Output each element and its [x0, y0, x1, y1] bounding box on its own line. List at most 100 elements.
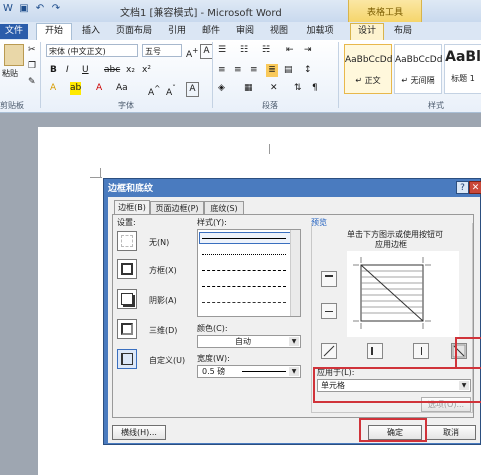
group-divider	[212, 42, 213, 108]
border-preview-area[interactable]	[347, 251, 459, 337]
bullets-icon[interactable]: ☰	[218, 44, 226, 57]
redo-icon[interactable]: ↷	[50, 3, 62, 15]
superscript-icon[interactable]: x²	[142, 64, 151, 77]
inside-horizontal-border-button[interactable]	[321, 303, 337, 319]
line-style-dotted[interactable]	[202, 254, 286, 255]
style-no-spacing[interactable]: AaBbCcDd ↵ 无间隔	[394, 44, 442, 94]
multilevel-list-icon[interactable]: ☵	[262, 44, 270, 57]
tab-addins[interactable]: 加载项	[302, 24, 338, 39]
line-style-dash-dot[interactable]	[202, 302, 286, 303]
style-list-scrollbar[interactable]	[290, 230, 300, 316]
justify-icon[interactable]: ≣	[266, 64, 278, 77]
chevron-down-icon: ▼	[289, 367, 299, 376]
align-right-icon[interactable]: ≡	[250, 64, 258, 77]
bold-icon[interactable]: B	[50, 64, 57, 77]
grow-font-icon[interactable]: A+	[186, 44, 198, 60]
line-style-list[interactable]	[197, 229, 301, 317]
setting-3d-label[interactable]: 三维(D)	[149, 325, 177, 336]
diagonal-up-border-button[interactable]	[321, 343, 337, 359]
style-preview: AaBl	[445, 49, 481, 65]
line-style-dashed[interactable]	[202, 270, 286, 271]
top-border-icon	[325, 275, 333, 285]
distributed-icon[interactable]: ▤	[284, 64, 293, 77]
line-style-long-dash[interactable]	[202, 286, 286, 287]
underline-icon[interactable]: U	[82, 64, 89, 77]
setting-none-label[interactable]: 无(N)	[149, 237, 169, 248]
tab-home[interactable]: 开始	[36, 23, 72, 41]
close-button[interactable]: ✕	[469, 181, 481, 194]
dialog-title: 边框和底纹	[108, 184, 154, 194]
setting-custom-label[interactable]: 自定义(U)	[149, 355, 185, 366]
tab-review[interactable]: 审阅	[232, 24, 258, 39]
line-style-solid[interactable]	[202, 238, 286, 239]
numbering-icon[interactable]: ☷	[240, 44, 248, 57]
strikethrough-icon[interactable]: abc	[104, 64, 120, 77]
none-border-graphic	[121, 235, 133, 247]
paste-icon[interactable]	[4, 44, 24, 66]
highlight-diagonal-button	[455, 337, 481, 369]
style-preview: AaBbCcDd	[345, 55, 393, 65]
tab-file[interactable]: 文件	[0, 24, 28, 39]
subscript-icon[interactable]: x₂	[126, 64, 135, 77]
char-shading-icon[interactable]: Aa	[116, 82, 128, 95]
tab-layout[interactable]: 布局	[390, 24, 416, 39]
paste-label[interactable]: 粘贴	[2, 68, 18, 79]
shrink-font-icon[interactable]: Aˇ	[166, 82, 176, 98]
horizontal-line-button[interactable]: 横线(H)...	[112, 425, 166, 440]
sort-icon[interactable]: ⇅	[294, 82, 302, 95]
width-dropdown[interactable]: 0.5 磅 ▼	[197, 365, 301, 378]
style-name: ↵ 正文	[355, 76, 381, 85]
tab-view[interactable]: 视图	[266, 24, 292, 39]
save-icon[interactable]: ▣	[18, 3, 30, 15]
window-title: 文档1 [兼容模式] - Microsoft Word	[120, 8, 282, 19]
decrease-indent-icon[interactable]: ⇤	[286, 44, 294, 57]
top-border-button[interactable]	[321, 271, 337, 287]
align-left-icon[interactable]: ≡	[218, 64, 226, 77]
line-spacing-icon[interactable]: ↕	[304, 64, 312, 77]
setting-none-icon[interactable]	[117, 231, 137, 251]
tab-shading[interactable]: 底纹(S)	[204, 201, 244, 215]
cancel-button[interactable]: 取消	[426, 425, 476, 440]
shading-icon[interactable]: ◈	[218, 82, 225, 95]
tab-page-border[interactable]: 页面边框(P)	[150, 201, 204, 215]
clipboard-group-label: 剪贴板	[0, 101, 24, 110]
setting-shadow-icon[interactable]	[117, 289, 137, 309]
setting-3d-icon[interactable]	[117, 319, 137, 339]
show-marks-icon[interactable]: ¶	[312, 82, 318, 95]
enclose-char-icon[interactable]: A	[186, 82, 199, 97]
copy-icon[interactable]: ❐	[28, 60, 36, 73]
tab-mailings[interactable]: 邮件	[198, 24, 224, 39]
tab-design[interactable]: 设计	[350, 23, 384, 41]
align-center-icon[interactable]: ≡	[234, 64, 242, 77]
style-normal[interactable]: AaBbCcDd ↵ 正文	[344, 44, 392, 94]
font-name-combo[interactable]: 宋体 (中文正文)	[46, 44, 138, 57]
style-heading1[interactable]: AaBl 标题 1	[444, 44, 481, 94]
cut-icon[interactable]: ✂	[28, 44, 36, 57]
undo-icon[interactable]: ↶	[34, 3, 46, 15]
inside-vertical-icon	[421, 347, 428, 355]
crop-mark	[90, 177, 102, 178]
font-size-combo[interactable]: 五号	[142, 44, 182, 57]
text-effects-icon[interactable]: A	[50, 82, 56, 95]
tab-insert[interactable]: 插入	[78, 24, 104, 39]
tab-page-layout[interactable]: 页面布局	[112, 24, 156, 39]
help-button[interactable]: ?	[456, 181, 469, 194]
format-painter-icon[interactable]: ✎	[28, 76, 36, 89]
tab-references[interactable]: 引用	[164, 24, 190, 39]
increase-indent-icon[interactable]: ⇥	[304, 44, 312, 57]
context-tab-label: 表格工具	[366, 8, 403, 18]
setting-shadow-label[interactable]: 阴影(A)	[149, 295, 177, 306]
word-logo-icon[interactable]: W	[2, 3, 14, 15]
left-border-button[interactable]	[367, 343, 383, 359]
font-color-icon[interactable]: A	[96, 82, 102, 95]
setting-box-icon[interactable]	[117, 259, 137, 279]
inside-vertical-border-button[interactable]	[413, 343, 429, 359]
borders-icon[interactable]: ▦	[244, 82, 253, 95]
color-dropdown[interactable]: 自动 ▼	[197, 335, 301, 348]
chinese-layout-icon[interactable]: ✕	[270, 82, 278, 95]
italic-icon[interactable]: I	[66, 64, 69, 77]
highlight-icon[interactable]: ab	[70, 82, 82, 95]
setting-box-label[interactable]: 方框(X)	[149, 265, 177, 276]
grow-font-icon-2[interactable]: A^	[148, 82, 160, 98]
setting-custom-icon[interactable]	[117, 349, 137, 369]
